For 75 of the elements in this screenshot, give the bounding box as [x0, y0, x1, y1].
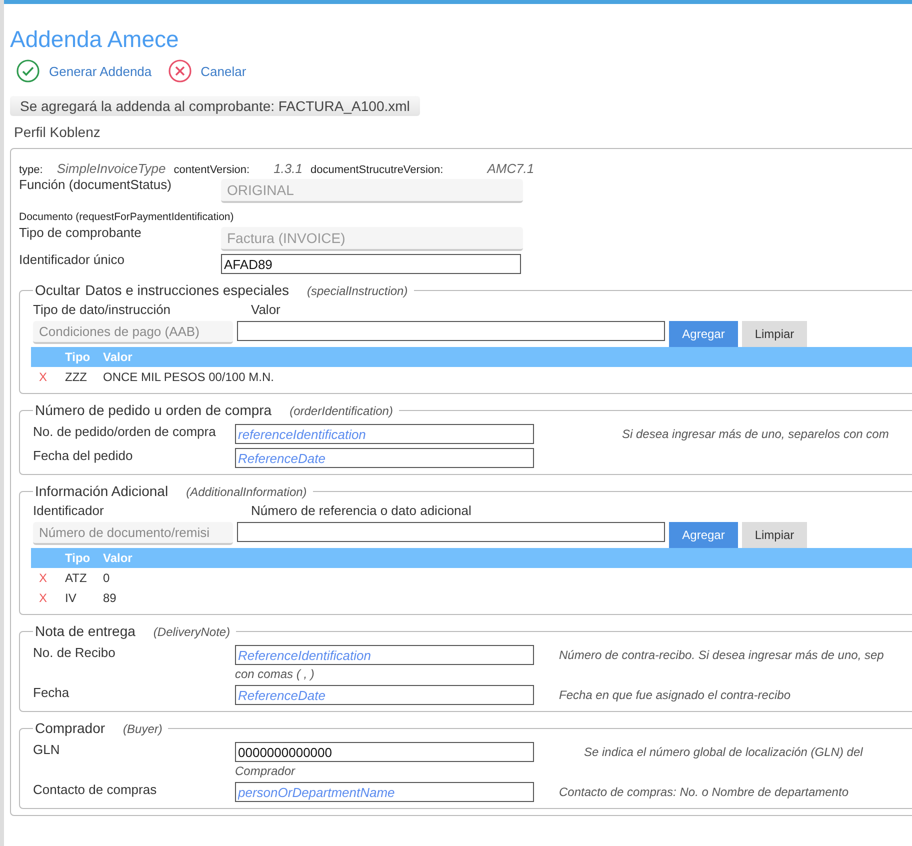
hint-text: Fecha en que fue asignado el contra-recibo — [559, 688, 790, 702]
hint-text: Contacto de compras: No. o Nombre de departamento — [559, 785, 848, 799]
group-label: Documento (requestForPaymentIdentification) — [19, 211, 235, 223]
profile-label: Perfil Koblenz — [14, 124, 102, 140]
column-header: Valor — [103, 551, 132, 565]
add-button[interactable]: Agregar — [669, 522, 738, 548]
delete-button[interactable]: X — [31, 571, 65, 585]
select-field[interactable]: Factura (INVOICE) — [221, 227, 523, 251]
column-label: Tipo de dato/instrucción — [33, 302, 172, 317]
input-field[interactable] — [237, 522, 665, 542]
select-field[interactable]: Número de documento/remisi — [33, 522, 233, 545]
section-title: Información Adicional — [35, 483, 168, 499]
input-field[interactable]: AFAD89 — [221, 254, 521, 274]
table-cell-text: ATZ — [65, 571, 88, 585]
field-label: Función (documentStatus) — [19, 177, 172, 192]
table-cell: 89 — [103, 591, 116, 605]
field-label: Fecha del pedido — [33, 448, 134, 463]
column-header: Tipo — [65, 551, 92, 565]
field-label: Contacto de compras — [33, 782, 158, 797]
table-cell: ONCE MIL PESOS 00/100 M.N. — [103, 370, 274, 384]
hint-text: Se indica el número global de localización (GLN) del — [584, 745, 863, 759]
meta-value: SimpleInvoiceType — [56, 161, 166, 176]
section-tag: (specialInstruction) — [307, 284, 408, 298]
section-title: Nota de entrega — [35, 623, 136, 639]
section-tag: (AdditionalInformation) — [186, 485, 307, 499]
column-header: Valor — [103, 350, 132, 364]
action-link[interactable]: Generar Addenda — [16, 59, 152, 83]
section-title: Comprador — [35, 720, 106, 736]
add-button[interactable]: Agregar — [669, 321, 738, 347]
hint-text: con comas ( , ) — [235, 667, 316, 681]
field-label: Tipo de comprobante — [19, 225, 142, 240]
section-tag: (Buyer) — [123, 722, 162, 736]
toggle-link[interactable]: Ocultar — [35, 282, 80, 298]
field-label: No. de Recibo — [33, 645, 116, 660]
meta-value: AMC7.1 — [487, 161, 534, 176]
meta-label: documentStrucutreVersion: — [310, 164, 444, 176]
clear-button[interactable]: Limpiar — [742, 321, 807, 347]
check-circle-icon — [16, 59, 40, 83]
meta-value: 1.3.1 — [274, 161, 302, 176]
input-field[interactable]: ReferenceDate — [235, 685, 534, 705]
meta-label: type: — [19, 164, 43, 176]
delete-button[interactable]: X — [31, 370, 65, 384]
meta-label: contentVersion: — [174, 164, 250, 176]
table-cell-text: IV — [65, 591, 78, 605]
clear-button[interactable]: Limpiar — [742, 522, 807, 548]
section-tag: (orderIdentification) — [290, 404, 393, 418]
section-tag: (DeliveryNote) — [153, 625, 230, 639]
delete-button[interactable]: X — [31, 591, 65, 605]
action-link[interactable]: Canelar — [168, 59, 246, 83]
field-label: Identificador único — [19, 252, 126, 267]
field-label: Fecha — [33, 685, 70, 700]
field-label: No. de pedido/orden de compra — [33, 424, 217, 439]
column-label: Número de referencia o dato adicional — [251, 503, 472, 518]
column-label: Valor — [251, 302, 280, 317]
close-circle-icon — [168, 59, 192, 83]
field-label: GLN — [33, 742, 61, 757]
column-label: Identificador — [33, 503, 105, 518]
input-field[interactable]: personOrDepartmentName — [235, 782, 534, 802]
section-title: Número de pedido u orden de compra — [35, 402, 272, 418]
table-cell-text: ZZZ — [65, 370, 88, 384]
page-title: Addenda Amece — [10, 25, 180, 54]
hint-text: Comprador — [235, 764, 296, 778]
section-title: Datos e instrucciones especiales — [85, 282, 290, 298]
input-field[interactable]: ReferenceDate — [235, 448, 534, 468]
input-field[interactable]: 0000000000000 — [235, 742, 534, 762]
select-field[interactable]: ORIGINAL — [221, 179, 523, 203]
hint-text: Número de contra-recibo. Si desea ingresar más de uno, sep — [559, 648, 884, 662]
input-field[interactable]: referenceIdentification — [235, 424, 534, 444]
table-cell: 0 — [103, 571, 110, 585]
notice-bar: Se agregará la addenda al comprobante: FACTURA_A100.xml — [10, 96, 420, 116]
input-field[interactable]: ReferenceIdentification — [235, 645, 534, 665]
column-header: Tipo — [65, 350, 92, 364]
hint-text: Si desea ingresar más de uno, separelos con com — [622, 427, 889, 441]
select-field[interactable]: Condiciones de pago (AAB) — [33, 321, 233, 344]
input-field[interactable] — [237, 321, 665, 341]
